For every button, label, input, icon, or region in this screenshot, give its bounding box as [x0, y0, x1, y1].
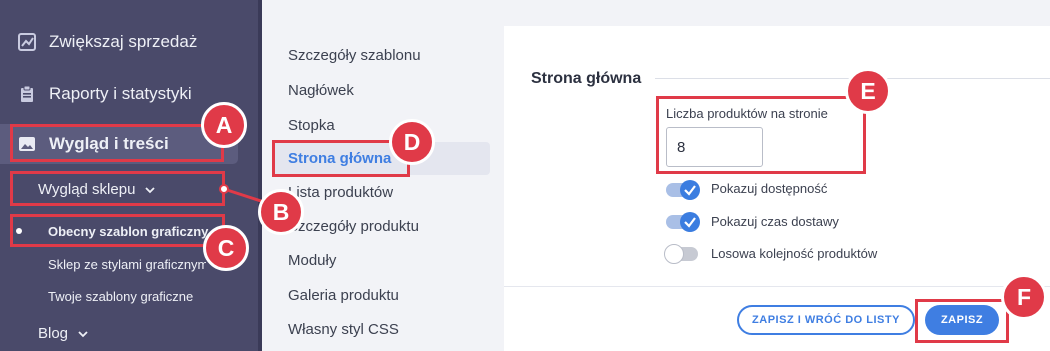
- footer-divider: [504, 286, 1050, 287]
- toggle-knob: [664, 244, 684, 264]
- menu-item-footer[interactable]: Stopka: [288, 117, 335, 134]
- annotation-badge: F: [1001, 274, 1047, 320]
- toggle-label: Pokazuj dostępność: [711, 181, 828, 196]
- annotation-badge: B: [258, 189, 304, 235]
- annotation-badge: C: [203, 225, 249, 271]
- annotation-box-e: [656, 96, 866, 174]
- annotation-box-a: [10, 124, 224, 162]
- trend-chart-icon: [18, 33, 36, 51]
- toggle-knob: [680, 212, 700, 232]
- annotation-box-b: [10, 171, 225, 206]
- annotation-box-c: [10, 214, 225, 247]
- menu-item-product-details[interactable]: Szczegóły produktu: [288, 218, 419, 235]
- toggle-label: Pokazuj czas dostawy: [711, 214, 839, 229]
- toggle-show-delivery-time[interactable]: [666, 212, 700, 232]
- toggle-random-order[interactable]: [664, 244, 698, 264]
- save-and-return-button[interactable]: ZAPISZ I WRÓĆ DO LISTY: [737, 305, 915, 335]
- sidebar-item-label: Blog: [38, 325, 69, 342]
- annotation-badge: D: [389, 119, 435, 165]
- sidebar-subitem-your-templates[interactable]: Twoje szablony graficzne: [48, 289, 193, 304]
- menu-item-product-list[interactable]: Lista produktów: [288, 184, 393, 201]
- toggle-label: Losowa kolejność produktów: [711, 246, 878, 261]
- annotation-box-f: [915, 299, 1009, 343]
- annotation-badge: A: [201, 102, 247, 148]
- annotation-badge: E: [845, 68, 891, 114]
- menu-item-product-gallery[interactable]: Galeria produktu: [288, 287, 399, 304]
- menu-item-modules[interactable]: Moduły: [288, 252, 336, 269]
- sidebar-item-blog[interactable]: Blog: [38, 325, 90, 342]
- sidebar-item-label: Zwiększaj sprzedaż: [49, 32, 198, 51]
- menu-item-custom-css[interactable]: Własny styl CSS: [288, 321, 399, 338]
- sidebar-subitem-style-shop[interactable]: Sklep ze stylami graficznymi: [48, 257, 206, 272]
- check-icon: [684, 217, 696, 228]
- sidebar-item-sales[interactable]: Zwiększaj sprzedaż: [0, 22, 258, 62]
- menu-item-template-details[interactable]: Szczegóły szablonu: [288, 47, 421, 64]
- check-icon: [684, 185, 696, 196]
- clipboard-icon: [21, 85, 33, 102]
- sidebar-item-label: Raporty i statystyki: [49, 84, 192, 103]
- menu-item-header[interactable]: Nagłówek: [288, 82, 354, 99]
- chevron-down-icon: [78, 330, 88, 337]
- section-title: Strona główna: [531, 70, 642, 87]
- toggle-knob: [680, 180, 700, 200]
- toggle-show-availability[interactable]: [666, 180, 700, 200]
